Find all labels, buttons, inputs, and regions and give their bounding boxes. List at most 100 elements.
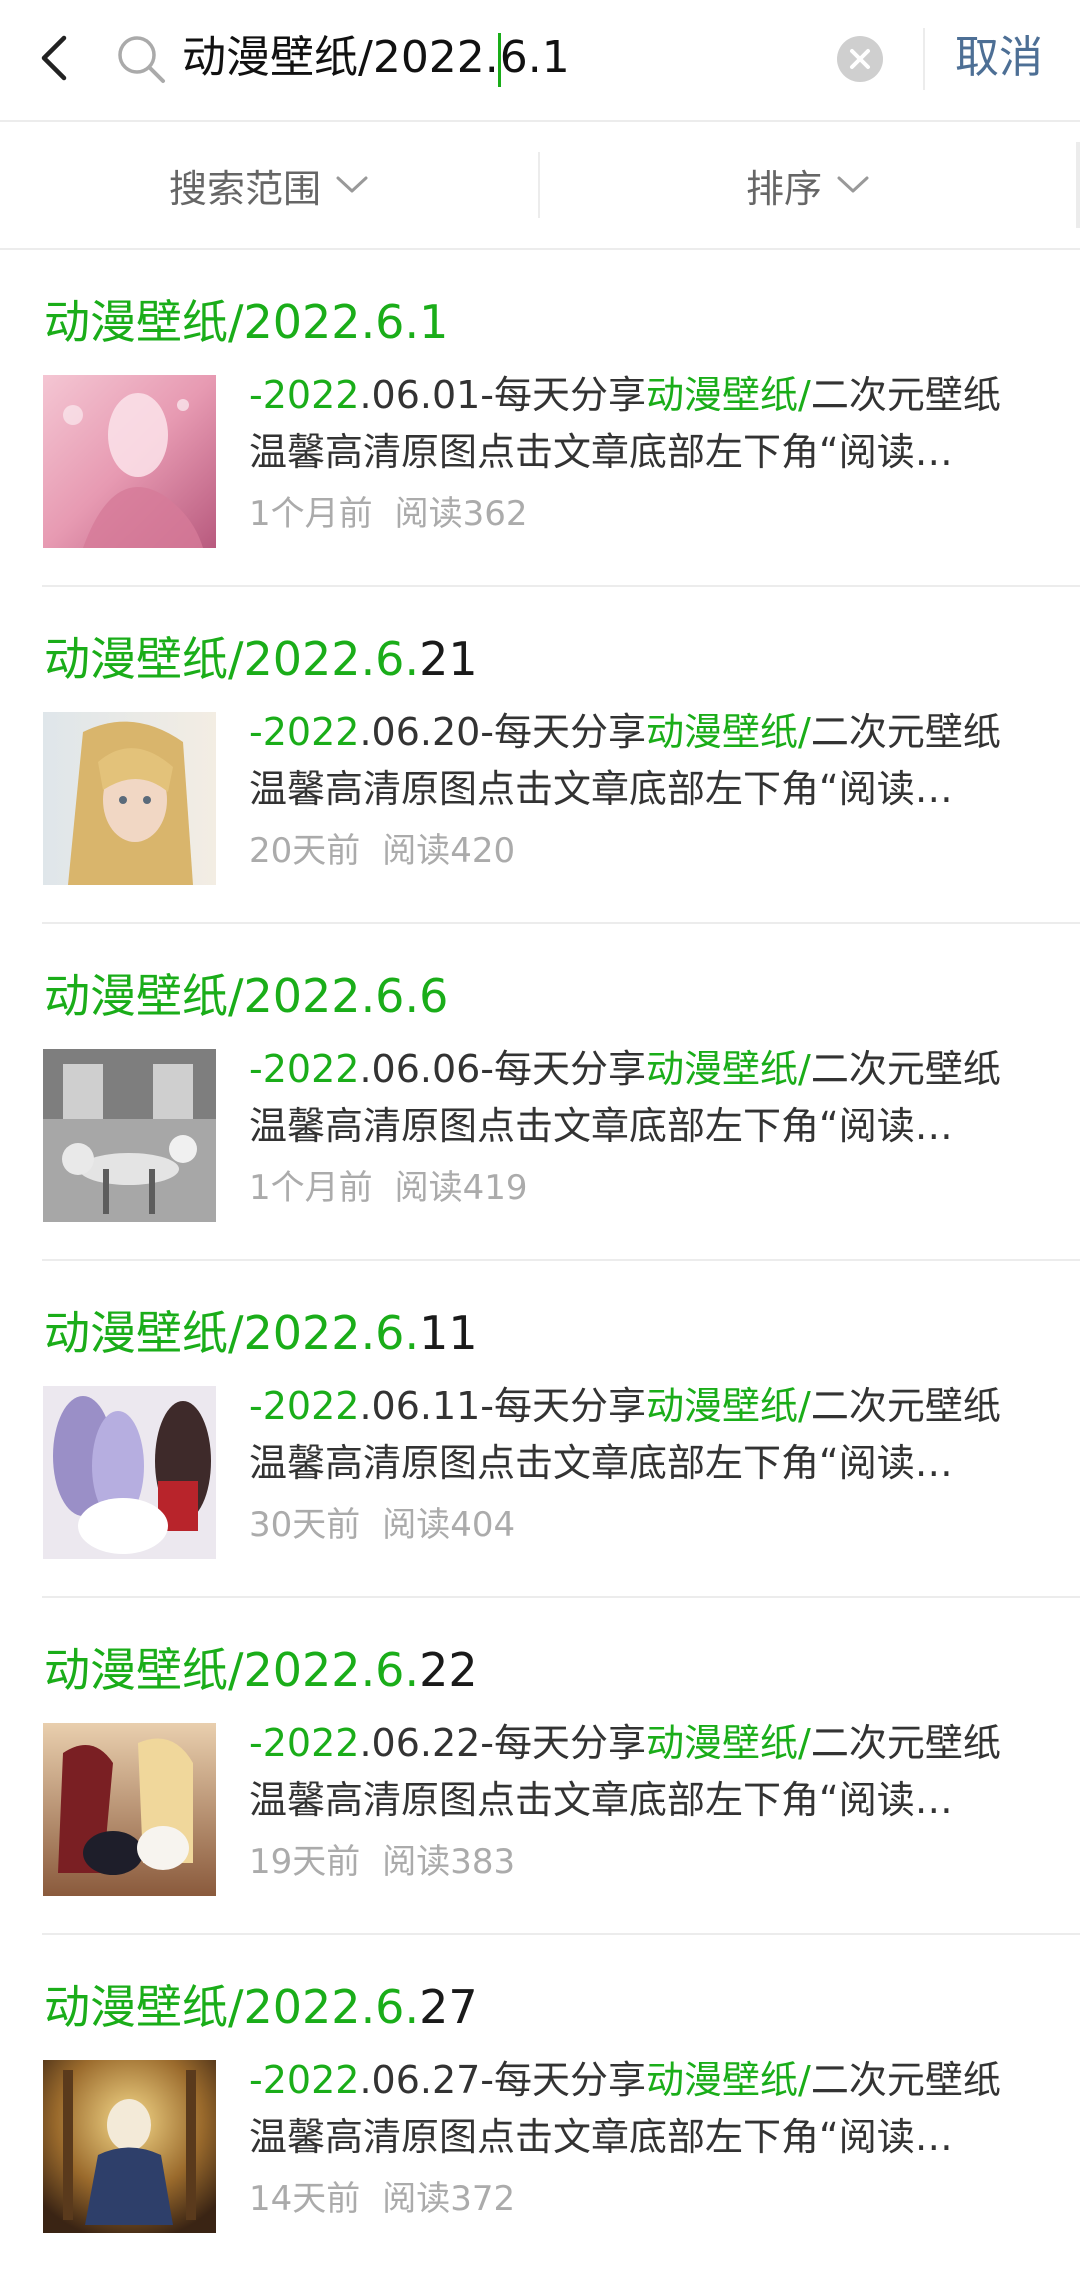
search-result-item[interactable]: 动漫壁纸/2022.6.1 -2022.06.01-每天分享动漫壁纸/二次元壁纸… bbox=[0, 250, 1080, 585]
snippet-dash: - bbox=[249, 710, 263, 754]
snippet-tail: 二次元壁纸 bbox=[810, 373, 1001, 417]
snippet-line-1: -2022.06.06-每天分享动漫壁纸/二次元壁纸 bbox=[249, 1041, 1001, 1098]
snippet-line-2: 温馨高清原图点击文章底部左下角“阅读… bbox=[249, 1778, 953, 1822]
snippet-mid: .06.22-每天分享 bbox=[359, 1721, 647, 1765]
snippet-line-1: -2022.06.01-每天分享动漫壁纸/二次元壁纸 bbox=[249, 367, 1001, 424]
snippet-line-1: -2022.06.11-每天分享动漫壁纸/二次元壁纸 bbox=[249, 1378, 1001, 1435]
search-query-text: 动漫壁纸/2022. bbox=[182, 32, 499, 83]
snippet-keyword: 动漫壁纸/ bbox=[646, 2058, 811, 2102]
result-snippet: -2022.06.06-每天分享动漫壁纸/二次元壁纸 温馨高清原图点击文章底部左… bbox=[249, 1041, 1001, 1155]
snippet-year: 2022 bbox=[262, 1047, 360, 1091]
snippet-mid: .06.20-每天分享 bbox=[359, 710, 647, 754]
result-title: 动漫壁纸/2022.6.11 bbox=[44, 1301, 478, 1365]
snippet-year: 2022 bbox=[262, 373, 360, 417]
result-reads: 阅读372 bbox=[382, 2179, 516, 2219]
chevron-down-icon bbox=[336, 176, 368, 193]
result-snippet: -2022.06.01-每天分享动漫壁纸/二次元壁纸 温馨高清原图点击文章底部左… bbox=[249, 367, 1001, 481]
result-time: 1个月前 bbox=[249, 494, 373, 534]
search-query-text-end: 6.1 bbox=[499, 32, 570, 83]
result-title-rest: 22 bbox=[419, 1643, 478, 1697]
snippet-mid: .06.27-每天分享 bbox=[359, 2058, 647, 2102]
snippet-line-2: 温馨高清原图点击文章底部左下角“阅读… bbox=[249, 2115, 953, 2159]
search-header: 动漫壁纸/2022.6.1 取消 bbox=[0, 0, 1080, 122]
result-title-match: 动漫壁纸/2022.6. bbox=[44, 1980, 420, 2034]
snippet-keyword: 动漫壁纸/ bbox=[646, 373, 811, 417]
search-results-list: 动漫壁纸/2022.6.1 -2022.06.01-每天分享动漫壁纸/二次元壁纸… bbox=[0, 250, 1080, 2270]
result-thumbnail bbox=[43, 1049, 216, 1222]
result-reads: 阅读383 bbox=[382, 1842, 516, 1882]
result-reads: 阅读362 bbox=[394, 494, 528, 534]
result-title-rest: 11 bbox=[419, 1306, 478, 1360]
snippet-line-1: -2022.06.20-每天分享动漫壁纸/二次元壁纸 bbox=[249, 704, 1001, 761]
snippet-keyword: 动漫壁纸/ bbox=[646, 1384, 811, 1428]
snippet-year: 2022 bbox=[262, 710, 360, 754]
result-title: 动漫壁纸/2022.6.27 bbox=[44, 1975, 478, 2039]
result-snippet: -2022.06.27-每天分享动漫壁纸/二次元壁纸 温馨高清原图点击文章底部左… bbox=[249, 2052, 1001, 2166]
result-time: 20天前 bbox=[249, 831, 361, 871]
snippet-keyword: 动漫壁纸/ bbox=[646, 1721, 811, 1765]
result-time: 30天前 bbox=[249, 1505, 361, 1545]
result-meta: 1个月前 阅读419 bbox=[249, 1164, 528, 1212]
result-meta: 30天前 阅读404 bbox=[249, 1501, 515, 1549]
sort-label: 排序 bbox=[745, 166, 822, 211]
snippet-mid: .06.06-每天分享 bbox=[359, 1047, 647, 1091]
result-title-rest: 21 bbox=[419, 632, 478, 686]
back-arrow-icon[interactable] bbox=[30, 28, 80, 88]
result-title: 动漫壁纸/2022.6.6 bbox=[44, 964, 448, 1028]
result-meta: 19天前 阅读383 bbox=[249, 1838, 515, 1886]
snippet-line-2: 温馨高清原图点击文章底部左下角“阅读… bbox=[249, 1104, 953, 1148]
result-thumbnail bbox=[43, 2060, 216, 2233]
search-result-item[interactable]: 动漫壁纸/2022.6.22 -2022.06.22-每天分享动漫壁纸/二次元壁… bbox=[42, 1596, 1080, 1933]
result-title-match: 动漫壁纸/2022.6. bbox=[44, 1306, 420, 1360]
search-scope-dropdown[interactable]: 搜索范围 bbox=[0, 122, 538, 248]
search-icon bbox=[115, 33, 169, 87]
result-meta: 20天前 阅读420 bbox=[249, 827, 515, 875]
snippet-tail: 二次元壁纸 bbox=[810, 2058, 1001, 2102]
divider bbox=[1076, 142, 1080, 228]
search-input[interactable]: 动漫壁纸/2022.6.1 bbox=[182, 26, 570, 90]
snippet-line-1: -2022.06.27-每天分享动漫壁纸/二次元壁纸 bbox=[249, 2052, 1001, 2109]
search-result-item[interactable]: 动漫壁纸/2022.6.27 -2022.06.27-每天分享动漫壁纸/二次元壁… bbox=[42, 1933, 1080, 2270]
snippet-dash: - bbox=[249, 2058, 263, 2102]
snippet-keyword: 动漫壁纸/ bbox=[646, 710, 811, 754]
cancel-button[interactable]: 取消 bbox=[955, 26, 1043, 90]
result-time: 14天前 bbox=[249, 2179, 361, 2219]
snippet-line-2: 温馨高清原图点击文章底部左下角“阅读… bbox=[249, 767, 953, 811]
result-title-match: 动漫壁纸/2022.6. bbox=[44, 1643, 420, 1697]
snippet-mid: .06.11-每天分享 bbox=[359, 1384, 647, 1428]
result-meta: 14天前 阅读372 bbox=[249, 2175, 515, 2223]
result-time: 19天前 bbox=[249, 1842, 361, 1882]
clear-icon[interactable] bbox=[837, 36, 883, 82]
result-thumbnail bbox=[43, 1386, 216, 1559]
search-scope-label: 搜索范围 bbox=[168, 166, 321, 211]
snippet-tail: 二次元壁纸 bbox=[810, 1721, 1001, 1765]
result-title: 动漫壁纸/2022.6.22 bbox=[44, 1638, 478, 1702]
result-meta: 1个月前 阅读362 bbox=[249, 490, 528, 538]
snippet-line-2: 温馨高清原图点击文章底部左下角“阅读… bbox=[249, 1441, 953, 1485]
sort-dropdown[interactable]: 排序 bbox=[540, 122, 1076, 248]
search-result-item[interactable]: 动漫壁纸/2022.6.21 -2022.06.20-每天分享动漫壁纸/二次元壁… bbox=[42, 585, 1080, 922]
chevron-down-icon bbox=[837, 176, 869, 193]
snippet-year: 2022 bbox=[262, 1384, 360, 1428]
snippet-year: 2022 bbox=[262, 1721, 360, 1765]
result-thumbnail bbox=[43, 1723, 216, 1896]
snippet-mid: .06.01-每天分享 bbox=[359, 373, 647, 417]
result-thumbnail bbox=[43, 375, 216, 548]
snippet-dash: - bbox=[249, 1721, 263, 1765]
snippet-tail: 二次元壁纸 bbox=[810, 710, 1001, 754]
snippet-dash: - bbox=[249, 373, 263, 417]
result-snippet: -2022.06.22-每天分享动漫壁纸/二次元壁纸 温馨高清原图点击文章底部左… bbox=[249, 1715, 1001, 1829]
result-title-match: 动漫壁纸/2022.6. bbox=[44, 632, 420, 686]
search-result-item[interactable]: 动漫壁纸/2022.6.6 -2022.06.06-每天分享动漫壁纸/二次元壁纸… bbox=[42, 922, 1080, 1259]
result-title: 动漫壁纸/2022.6.1 bbox=[44, 290, 448, 354]
search-result-item[interactable]: 动漫壁纸/2022.6.11 -2022.06.11-每天分享动漫壁纸/二次元壁… bbox=[42, 1259, 1080, 1596]
snippet-line-2: 温馨高清原图点击文章底部左下角“阅读… bbox=[249, 430, 953, 474]
result-snippet: -2022.06.11-每天分享动漫壁纸/二次元壁纸 温馨高清原图点击文章底部左… bbox=[249, 1378, 1001, 1492]
result-title-match: 动漫壁纸/2022.6.1 bbox=[44, 295, 449, 349]
snippet-year: 2022 bbox=[262, 2058, 360, 2102]
result-reads: 阅读420 bbox=[382, 831, 516, 871]
snippet-line-1: -2022.06.22-每天分享动漫壁纸/二次元壁纸 bbox=[249, 1715, 1001, 1772]
snippet-tail: 二次元壁纸 bbox=[810, 1384, 1001, 1428]
filter-bar: 搜索范围 排序 bbox=[0, 122, 1080, 250]
result-thumbnail bbox=[43, 712, 216, 885]
